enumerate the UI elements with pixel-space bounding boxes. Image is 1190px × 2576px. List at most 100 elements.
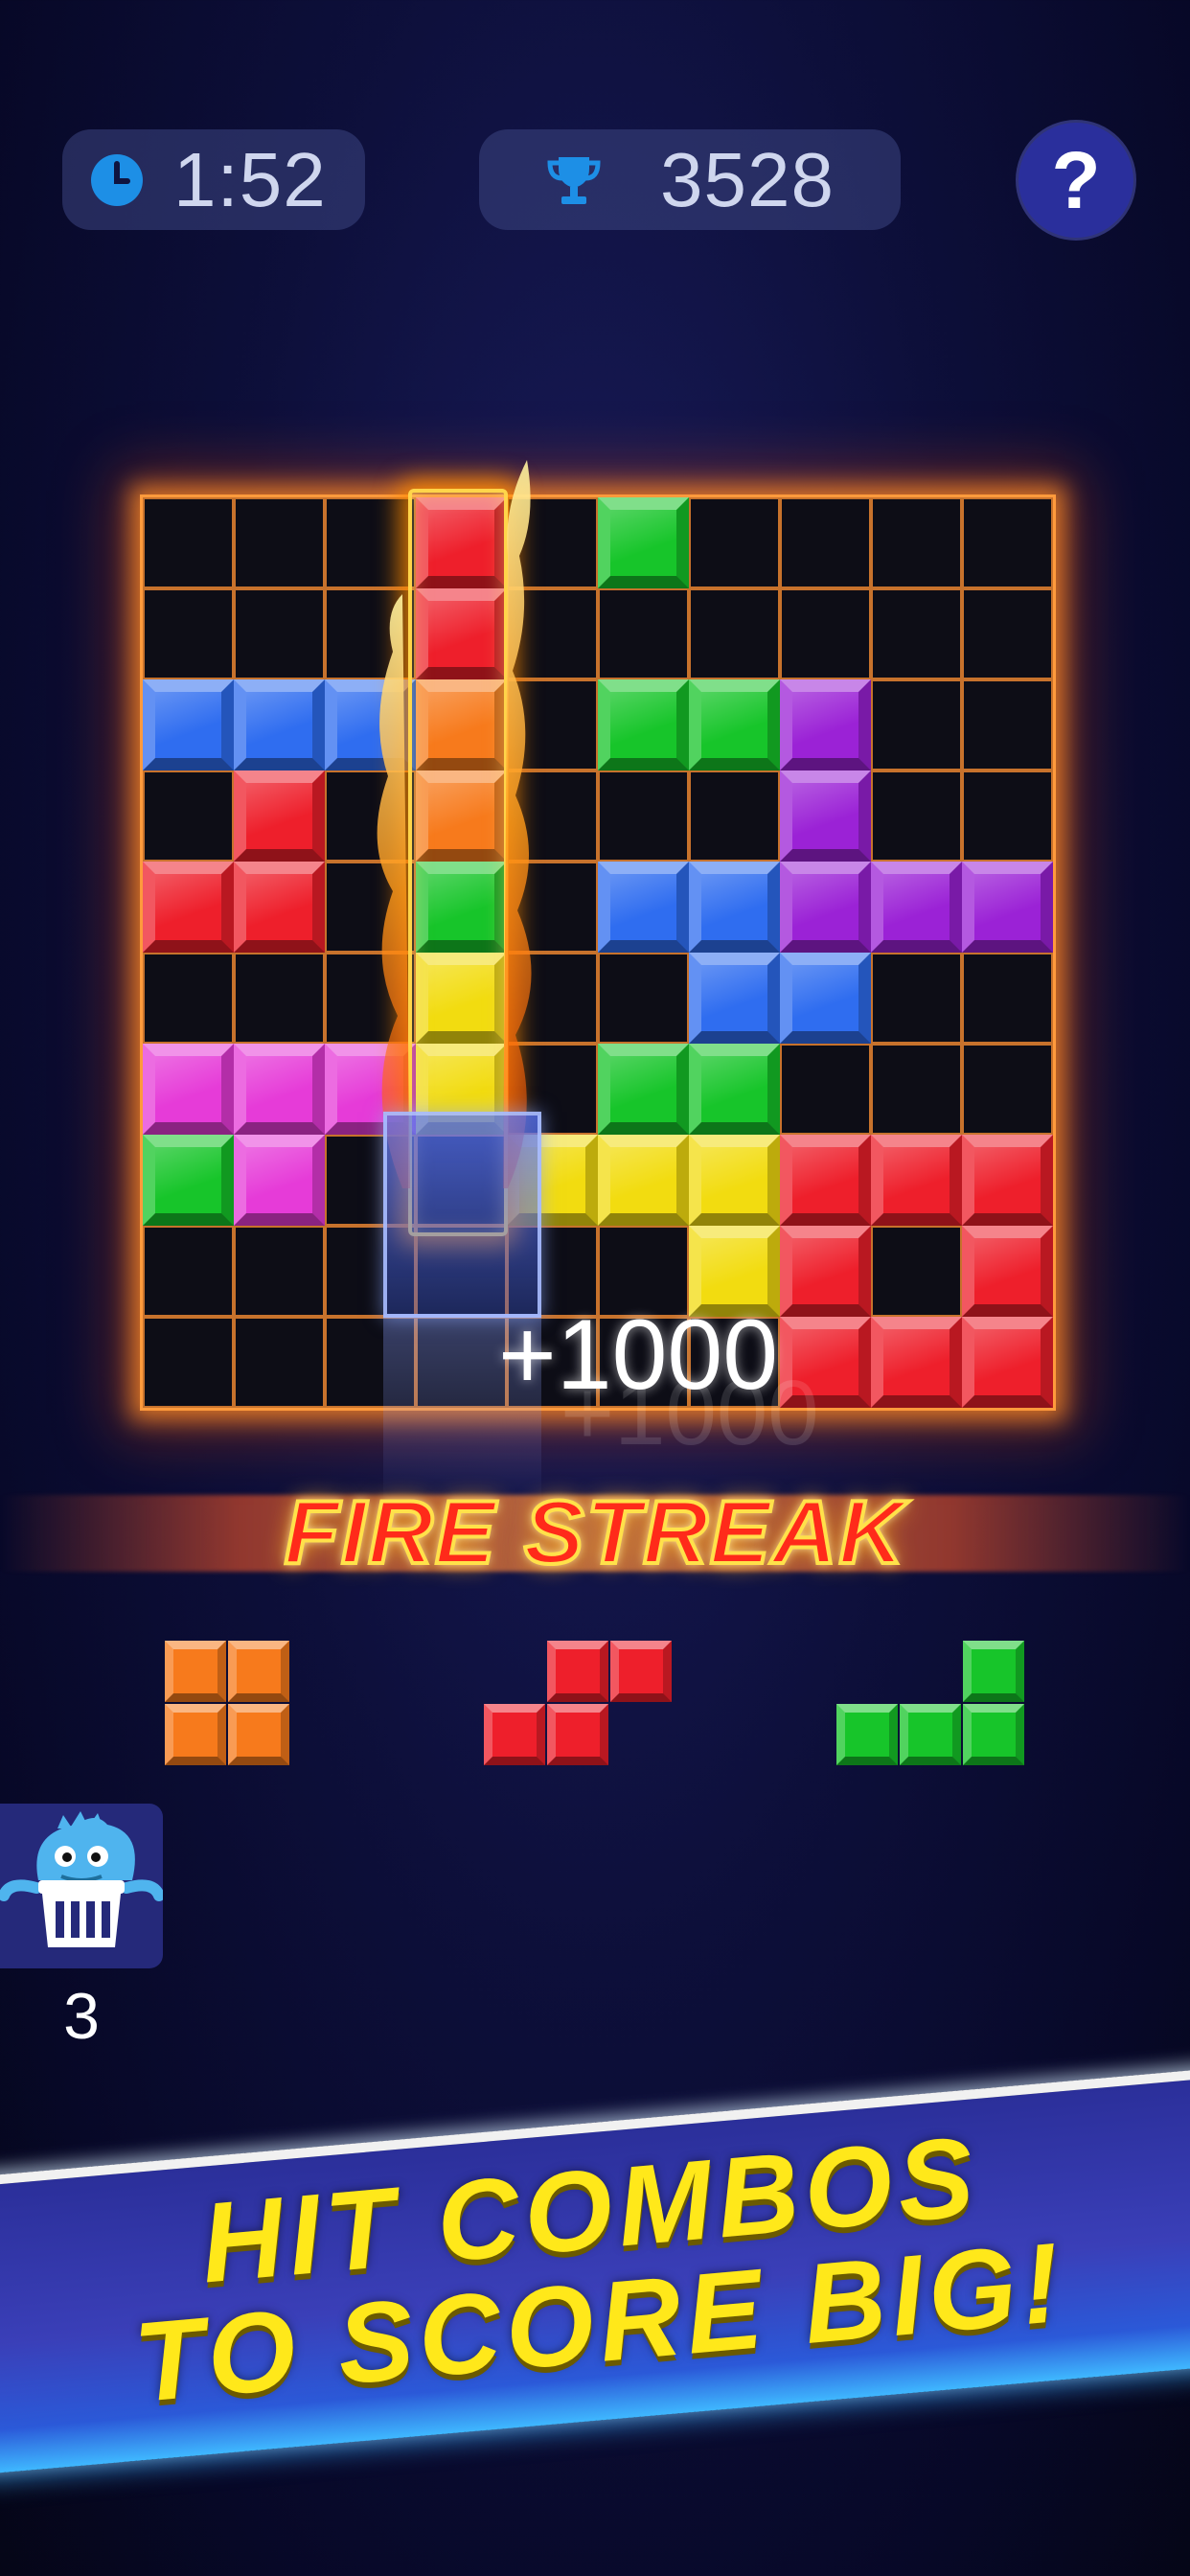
board-cell[interactable] — [234, 1317, 325, 1408]
timer-text: 1:52 — [173, 136, 327, 222]
red-piece-block — [547, 1641, 608, 1702]
board-cell[interactable] — [689, 588, 780, 679]
green-piece-block — [900, 1704, 961, 1765]
board-cell[interactable] — [962, 588, 1053, 679]
piece-square-orange[interactable] — [165, 1641, 289, 1765]
board-cell[interactable] — [598, 588, 689, 679]
board-cell[interactable] — [871, 953, 962, 1044]
ghost-block — [383, 1112, 541, 1318]
board-cell[interactable] — [962, 497, 1053, 588]
red-gem-block — [234, 770, 325, 862]
board-cell[interactable] — [234, 953, 325, 1044]
green-piece-block — [963, 1704, 1024, 1765]
purple-gem-block — [780, 770, 871, 862]
purple-gem-block — [780, 679, 871, 770]
board-cell[interactable] — [962, 953, 1053, 1044]
board-cell[interactable] — [507, 497, 598, 588]
board-cell[interactable] — [143, 1226, 234, 1317]
piece-s-red[interactable] — [484, 1641, 672, 1765]
green-gem-block — [143, 1135, 234, 1226]
board-cell[interactable] — [325, 588, 416, 679]
help-button[interactable]: ? — [1018, 123, 1133, 238]
board-cell[interactable] — [780, 588, 871, 679]
monster-trash-icon — [0, 1811, 165, 1947]
powerup-count: 3 — [63, 1980, 100, 2053]
green-gem-block — [416, 862, 507, 953]
red-gem-block — [143, 862, 234, 953]
orange-gem-block — [416, 770, 507, 862]
board-cell[interactable] — [780, 1044, 871, 1135]
board-cell[interactable] — [780, 497, 871, 588]
blue-gem-block — [689, 862, 780, 953]
blue-gem-block — [689, 953, 780, 1044]
red-gem-block — [962, 1226, 1053, 1317]
game-board[interactable] — [140, 494, 1056, 1411]
board-cell[interactable] — [143, 497, 234, 588]
pink-gem-block — [143, 1044, 234, 1135]
board-cell[interactable] — [234, 588, 325, 679]
board-cell[interactable] — [871, 588, 962, 679]
red-gem-block — [780, 1226, 871, 1317]
green-piece-block — [963, 1641, 1024, 1702]
orange-piece-block — [228, 1641, 289, 1702]
red-gem-block — [234, 862, 325, 953]
orange-piece-block — [228, 1704, 289, 1765]
score-display: 3528 — [479, 129, 901, 230]
board-cell[interactable] — [689, 497, 780, 588]
board-cell[interactable] — [871, 1226, 962, 1317]
board-cell[interactable] — [507, 770, 598, 862]
powerup-button[interactable] — [0, 1804, 165, 1968]
board-cell[interactable] — [143, 588, 234, 679]
board-cell[interactable] — [598, 770, 689, 862]
board-cell[interactable] — [507, 862, 598, 953]
board-cell[interactable] — [325, 770, 416, 862]
blue-gem-block — [143, 679, 234, 770]
green-gem-block — [598, 679, 689, 770]
board-cell[interactable] — [962, 770, 1053, 862]
trophy-icon — [545, 151, 603, 209]
purple-gem-block — [871, 862, 962, 953]
help-label: ? — [1051, 134, 1101, 225]
red-gem-block — [871, 1135, 962, 1226]
board-cell[interactable] — [325, 953, 416, 1044]
board-cell[interactable] — [143, 953, 234, 1044]
green-piece-block — [836, 1704, 898, 1765]
board-cell[interactable] — [143, 770, 234, 862]
board-cell[interactable] — [507, 953, 598, 1044]
board-cell[interactable] — [871, 679, 962, 770]
board-cell[interactable] — [234, 1226, 325, 1317]
orange-piece-block — [165, 1641, 226, 1702]
board-cell[interactable] — [871, 770, 962, 862]
promo-banner-text: HIT COMBOS TO SCORE BIG! — [0, 2071, 1190, 2461]
blue-gem-block — [234, 679, 325, 770]
yellow-gem-block — [416, 953, 507, 1044]
board-cell[interactable] — [598, 953, 689, 1044]
board-cell[interactable] — [962, 1044, 1053, 1135]
board-cell[interactable] — [325, 862, 416, 953]
board-cell[interactable] — [507, 679, 598, 770]
green-gem-block — [689, 679, 780, 770]
red-gem-block — [962, 1135, 1053, 1226]
red-gem-block — [962, 1317, 1053, 1408]
board-cell[interactable] — [871, 497, 962, 588]
purple-gem-block — [780, 862, 871, 953]
board-cell[interactable] — [689, 770, 780, 862]
yellow-gem-block — [689, 1135, 780, 1226]
red-gem-block — [871, 1317, 962, 1408]
red-piece-block — [484, 1704, 545, 1765]
red-piece-block — [610, 1641, 672, 1702]
score-text: 3528 — [660, 136, 835, 222]
board-cell[interactable] — [143, 1317, 234, 1408]
green-gem-block — [598, 1044, 689, 1135]
blue-gem-block — [780, 953, 871, 1044]
green-gem-block — [689, 1044, 780, 1135]
pink-gem-block — [234, 1044, 325, 1135]
board-cell[interactable] — [871, 1044, 962, 1135]
piece-l-green[interactable] — [836, 1641, 1024, 1765]
red-gem-block — [780, 1135, 871, 1226]
board-cell[interactable] — [325, 497, 416, 588]
green-gem-block — [598, 497, 689, 588]
board-cell[interactable] — [962, 679, 1053, 770]
board-cell[interactable] — [234, 497, 325, 588]
board-cell[interactable] — [507, 588, 598, 679]
